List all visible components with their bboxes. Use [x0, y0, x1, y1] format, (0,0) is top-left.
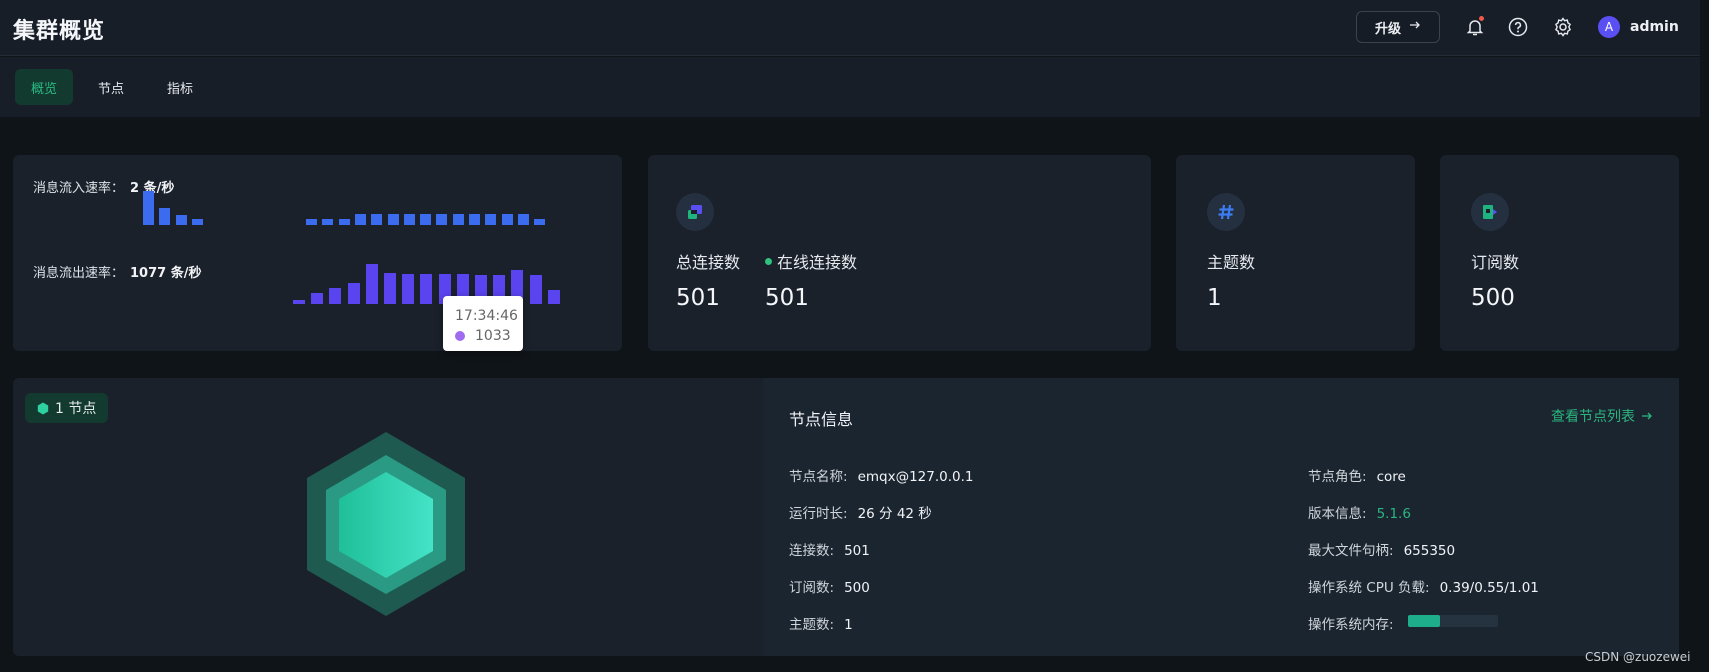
view-node-list-link[interactable]: 查看节点列表 — [1551, 406, 1653, 426]
inbound-rate-bar[interactable] — [159, 208, 171, 225]
arrow-right-icon — [1642, 412, 1652, 420]
inbound-rate-bar[interactable] — [517, 214, 529, 225]
inbound-rate-bar[interactable] — [501, 214, 513, 225]
avatar: A — [1598, 16, 1620, 38]
node-hexagon-graphic[interactable] — [305, 430, 467, 620]
subscriptions-card: 订阅数 500 — [1440, 155, 1679, 351]
inbound-rate-bar[interactable] — [338, 219, 350, 225]
inbound-rate-bar[interactable] — [322, 219, 334, 225]
arrow-right-icon — [1409, 19, 1421, 35]
subscription-icon — [1471, 193, 1509, 231]
memory-usage-fill — [1408, 615, 1440, 627]
outbound-rate-bar[interactable] — [329, 288, 342, 304]
info-uptime: 运行时长: 26 分 42 秒 — [789, 506, 932, 522]
online-connections-value: 501 — [765, 285, 809, 311]
hexagon-icon — [37, 402, 49, 414]
tab-metrics[interactable]: 指标 — [151, 69, 209, 105]
inbound-rate-bar[interactable] — [420, 214, 432, 225]
connections-icon — [676, 193, 714, 231]
info-version: 版本信息: 5.1.6 — [1308, 506, 1411, 522]
tooltip-series-dot — [455, 331, 465, 341]
hash-icon — [1207, 193, 1245, 231]
user-menu[interactable]: A admin — [1598, 15, 1679, 39]
outbound-rate-bar[interactable] — [547, 290, 560, 304]
info-connections: 连接数: 501 — [789, 543, 870, 559]
total-connections-value: 501 — [676, 285, 720, 311]
outbound-rate-value: 1077 条/秒 — [130, 266, 202, 281]
outbound-rate-label: 消息流出速率： — [33, 266, 125, 281]
outbound-rate-bar[interactable] — [347, 283, 360, 304]
info-subscriptions: 订阅数: 500 — [789, 580, 870, 596]
info-cpu-load: 操作系统 CPU 负载: 0.39/0.55/1.01 — [1308, 580, 1539, 596]
inbound-rate-bar[interactable] — [387, 214, 399, 225]
outbound-rate-bar[interactable] — [529, 275, 542, 304]
inbound-rate-bar[interactable] — [354, 214, 366, 225]
inbound-rate-bar[interactable] — [191, 219, 203, 225]
username: admin — [1630, 19, 1679, 35]
chart-tooltip: 17:34:46 1033 — [443, 296, 523, 351]
topics-card: 主题数 1 — [1176, 155, 1415, 351]
online-connections-label: 在线连接数 — [777, 253, 858, 272]
inbound-rate-bar[interactable] — [469, 214, 480, 225]
inbound-rate-bar[interactable] — [143, 191, 154, 225]
outbound-rate-bar[interactable] — [311, 293, 324, 304]
node-count-label: 1 节点 — [55, 401, 97, 417]
info-node-name: 节点名称: emqx@127.0.0.1 — [789, 469, 974, 485]
message-rate-card: 消息流入速率： 2 条/秒 消息流出速率： 1077 条/秒 — [13, 155, 622, 351]
inbound-rate-bar[interactable] — [436, 214, 448, 225]
inbound-rate-bar[interactable] — [175, 215, 187, 225]
node-info-panel: 节点信息 查看节点列表 节点名称: emqx@127.0.0.1 运行时长: 26 … — [763, 378, 1679, 656]
view-node-list-label: 查看节点列表 — [1551, 409, 1635, 425]
inbound-rate-bar[interactable] — [534, 219, 546, 225]
inbound-rate-bar[interactable] — [403, 214, 415, 225]
tab-bar: 概览 节点 指标 — [0, 57, 1700, 117]
upgrade-label: 升级 — [1374, 21, 1401, 37]
tab-nodes[interactable]: 节点 — [82, 69, 140, 105]
outbound-rate-bar[interactable] — [420, 274, 433, 304]
outbound-rate-bar[interactable] — [293, 300, 305, 304]
top-header: 集群概览 升级 A admin — [0, 0, 1700, 56]
settings-gear-icon[interactable] — [1551, 15, 1575, 39]
connections-card: 总连接数 501 在线连接数 501 — [648, 155, 1151, 351]
tab-overview[interactable]: 概览 — [15, 69, 74, 105]
total-connections-label: 总连接数 — [676, 253, 741, 272]
info-max-fds: 最大文件句柄: 655350 — [1308, 543, 1456, 559]
tooltip-time: 17:34:46 — [455, 308, 518, 324]
watermark: CSDN @zuozewei — [1585, 650, 1691, 664]
outbound-rate-bar[interactable] — [402, 274, 415, 304]
node-info-title: 节点信息 — [789, 410, 854, 429]
online-status-dot — [765, 258, 772, 265]
info-node-role: 节点角色: core — [1308, 469, 1406, 485]
topics-label: 主题数 — [1207, 253, 1256, 272]
info-memory: 操作系统内存: — [1308, 617, 1394, 633]
inbound-rate-bar[interactable] — [485, 214, 497, 225]
upgrade-button[interactable]: 升级 — [1356, 11, 1440, 43]
tooltip-value: 1033 — [475, 328, 511, 344]
node-count-badge[interactable]: 1 节点 — [25, 393, 109, 423]
outbound-rate-row: 消息流出速率： 1077 条/秒 — [33, 262, 201, 281]
inbound-rate-label: 消息流入速率： — [33, 181, 125, 196]
subscriptions-value: 500 — [1471, 285, 1515, 311]
memory-usage-bar — [1408, 615, 1498, 627]
subscriptions-label: 订阅数 — [1471, 253, 1520, 272]
inbound-rate-bar[interactable] — [371, 214, 383, 225]
online-connections-label-row: 在线连接数 — [765, 249, 857, 273]
outbound-rate-bar[interactable] — [384, 273, 396, 304]
info-topics: 主题数: 1 — [789, 617, 853, 633]
notification-dot — [1478, 15, 1485, 22]
inbound-rate-bar[interactable] — [306, 219, 317, 225]
notification-bell-icon[interactable] — [1463, 15, 1487, 39]
help-icon[interactable] — [1506, 15, 1530, 39]
topics-value: 1 — [1207, 285, 1222, 311]
page-title: 集群概览 — [13, 19, 106, 44]
outbound-rate-bar[interactable] — [365, 264, 378, 304]
inbound-rate-bar[interactable] — [452, 214, 464, 225]
